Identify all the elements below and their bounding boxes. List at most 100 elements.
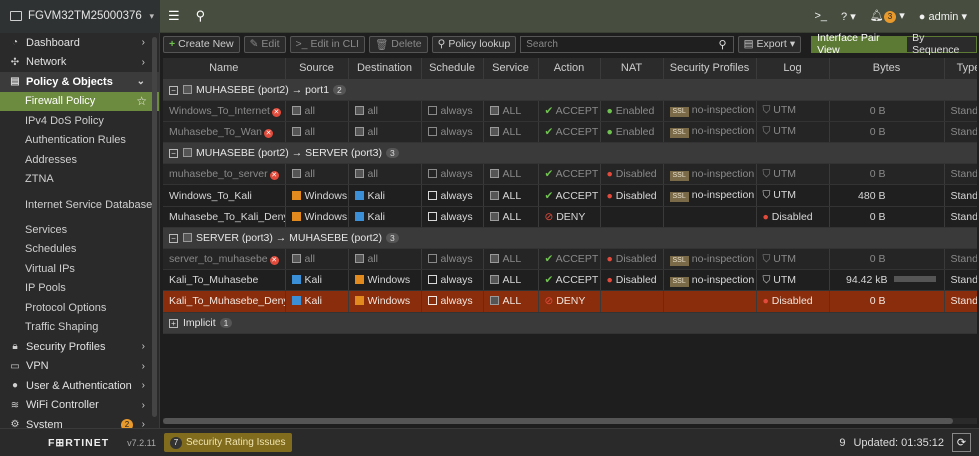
log-cell[interactable]: ⛉ UTM bbox=[756, 184, 830, 207]
destination-cell[interactable]: Windows bbox=[348, 269, 422, 292]
action-cell[interactable]: ⊘ DENY bbox=[538, 290, 601, 313]
source-cell[interactable]: all bbox=[285, 163, 349, 186]
column-header-service[interactable]: Service bbox=[483, 58, 539, 80]
nat-cell[interactable]: ● Disabled bbox=[600, 163, 664, 186]
sidebar-item-ztna[interactable]: ZTNA bbox=[0, 170, 159, 190]
sidebar-item-services[interactable]: Services bbox=[0, 220, 159, 240]
collapse-icon[interactable]: − bbox=[169, 233, 178, 243]
table-row[interactable]: Windows_To_Internet ✕ all all always ALL ✔ ACC… bbox=[163, 100, 977, 122]
action-cell[interactable]: ✔ ACCEPT bbox=[538, 163, 601, 186]
action-cell[interactable]: ⊘ DENY bbox=[538, 206, 601, 228]
create-new-button[interactable]: + Create New bbox=[163, 35, 240, 53]
nat-cell[interactable]: ● Disabled bbox=[600, 248, 664, 271]
sidebar-item-security-profiles[interactable]: 🔒︎ Security Profiles › bbox=[0, 337, 159, 357]
sidebar-item-internet-service-database[interactable]: Internet Service Database bbox=[0, 189, 159, 220]
destination-cell[interactable]: Windows bbox=[348, 290, 422, 313]
security-profile-cell[interactable] bbox=[663, 290, 757, 313]
destination-cell[interactable]: Kali bbox=[348, 184, 422, 207]
type-cell[interactable]: Standard bbox=[944, 206, 977, 228]
table-row[interactable]: Muhasebe_To_Kali_Deny Windows Kali always AL… bbox=[163, 206, 977, 228]
policy-name-cell[interactable]: Windows_To_Internet ✕ bbox=[163, 100, 286, 122]
log-cell[interactable]: ● Disabled bbox=[756, 206, 830, 228]
star-icon[interactable]: ☆ bbox=[136, 94, 147, 108]
column-header-source[interactable]: Source bbox=[285, 58, 349, 80]
collapse-icon[interactable]: − bbox=[169, 149, 178, 159]
log-cell[interactable]: ● Disabled bbox=[756, 290, 830, 313]
nat-cell[interactable] bbox=[600, 290, 664, 313]
group-header-cell[interactable]: + Implicit 1 bbox=[163, 312, 977, 334]
collapse-icon[interactable]: − bbox=[169, 85, 178, 95]
group-header-cell[interactable]: − MUHASEBE (port2) → SERVER (port3) 3 bbox=[163, 142, 977, 165]
interface-pair-view-button[interactable]: Interface Pair View bbox=[811, 32, 907, 56]
user-menu[interactable]: ● admin ▾ bbox=[919, 10, 967, 23]
sidebar-scrollbar[interactable] bbox=[152, 37, 157, 417]
edit-in-cli-button[interactable]: >_ Edit in CLI bbox=[289, 35, 365, 53]
group-header-cell[interactable]: − SERVER (port3) → MUHASEBE (port2) 3 bbox=[163, 227, 977, 250]
service-cell[interactable]: ALL bbox=[483, 206, 539, 228]
service-cell[interactable]: ALL bbox=[483, 248, 539, 271]
sidebar-item-network[interactable]: ✣ Network › bbox=[0, 53, 159, 73]
column-header-log[interactable]: Log bbox=[756, 58, 830, 80]
group-header-cell[interactable]: − MUHASEBE (port2) → port1 2 bbox=[163, 79, 977, 101]
destination-cell[interactable]: Kali bbox=[348, 206, 422, 228]
policy-lookup-button[interactable]: ⚲ Policy lookup bbox=[431, 35, 517, 53]
source-cell[interactable]: Windows bbox=[285, 206, 349, 228]
source-cell[interactable]: Kali bbox=[285, 269, 349, 292]
interface-pair-group[interactable]: − MUHASEBE (port2) → port1 2 bbox=[163, 79, 977, 101]
nat-cell[interactable]: ● Disabled bbox=[600, 184, 664, 207]
sidebar-item-traffic-shaping[interactable]: Traffic Shaping bbox=[0, 318, 159, 338]
source-cell[interactable]: Kali bbox=[285, 290, 349, 313]
column-header-action[interactable]: Action bbox=[538, 58, 601, 80]
log-cell[interactable]: ⛉ UTM bbox=[756, 163, 830, 186]
security-profile-cell[interactable] bbox=[663, 206, 757, 228]
interface-pair-group[interactable]: − SERVER (port3) → MUHASEBE (port2) 3 bbox=[163, 227, 977, 250]
refresh-icon[interactable]: ⟳ bbox=[952, 433, 971, 452]
device-selector[interactable]: FGVM32TM25000376 ▾ bbox=[0, 0, 160, 33]
bytes-cell[interactable]: 0 B bbox=[829, 248, 945, 271]
action-cell[interactable]: ✔ ACCEPT bbox=[538, 248, 601, 271]
action-cell[interactable]: ✔ ACCEPT bbox=[538, 269, 601, 292]
log-cell[interactable]: ⛉ UTM bbox=[756, 269, 830, 292]
sidebar-item-wifi-controller[interactable]: ≋ WiFi Controller › bbox=[0, 396, 159, 416]
schedule-cell[interactable]: always bbox=[421, 206, 484, 228]
service-cell[interactable]: ALL bbox=[483, 269, 539, 292]
sidebar-item-policy-objects[interactable]: ▤ Policy & Objects ⌄ bbox=[0, 72, 159, 92]
sidebar-item-user-authentication[interactable]: ● User & Authentication › bbox=[0, 376, 159, 396]
service-cell[interactable]: ALL bbox=[483, 121, 539, 144]
security-profile-cell[interactable]: SSL no-inspection bbox=[663, 269, 757, 292]
sidebar-item-firewall-policy[interactable]: Firewall Policy ☆ bbox=[0, 91, 159, 111]
table-row[interactable]: Kali_To_Muhasebe_Deny Kali Windows always AL… bbox=[163, 290, 977, 313]
source-cell[interactable]: all bbox=[285, 121, 349, 144]
policy-name-cell[interactable]: Kali_To_Muhasebe bbox=[163, 269, 286, 292]
sidebar-item-ip-pools[interactable]: IP Pools bbox=[0, 279, 159, 299]
service-cell[interactable]: ALL bbox=[483, 163, 539, 186]
type-cell[interactable]: Standard bbox=[944, 121, 977, 144]
horizontal-scrollbar[interactable] bbox=[163, 418, 977, 424]
expand-icon[interactable]: + bbox=[169, 318, 178, 328]
schedule-cell[interactable]: always bbox=[421, 184, 484, 207]
sidebar-item-virtual-ips[interactable]: Virtual IPs bbox=[0, 259, 159, 279]
security-profile-cell[interactable]: SSL no-inspection bbox=[663, 184, 757, 207]
sidebar-item-addresses[interactable]: Addresses bbox=[0, 150, 159, 170]
schedule-cell[interactable]: always bbox=[421, 248, 484, 271]
destination-cell[interactable]: all bbox=[348, 163, 422, 186]
table-row[interactable]: server_to_muhasebe ✕ all all always ALL ✔ ACCE… bbox=[163, 248, 977, 271]
interface-pair-group[interactable]: − MUHASEBE (port2) → SERVER (port3) 3 bbox=[163, 142, 977, 165]
type-cell[interactable]: Standard bbox=[944, 163, 977, 186]
search-input[interactable]: Search ⚲ bbox=[520, 35, 734, 53]
column-header-bytes[interactable]: Bytes bbox=[829, 58, 945, 80]
bytes-cell[interactable]: 94.42 kB bbox=[829, 269, 945, 292]
security-rating-issues-button[interactable]: 7 Security Rating Issues bbox=[164, 433, 292, 452]
bytes-cell[interactable]: 0 B bbox=[829, 290, 945, 313]
column-header-type[interactable]: Type bbox=[944, 58, 977, 80]
sidebar-item-schedules[interactable]: Schedules bbox=[0, 240, 159, 260]
column-header-nat[interactable]: NAT bbox=[600, 58, 664, 80]
action-cell[interactable]: ✔ ACCEPT bbox=[538, 184, 601, 207]
destination-cell[interactable]: all bbox=[348, 248, 422, 271]
destination-cell[interactable]: all bbox=[348, 121, 422, 144]
type-cell[interactable]: Standard bbox=[944, 184, 977, 207]
bytes-cell[interactable]: 0 B bbox=[829, 121, 945, 144]
by-sequence-button[interactable]: By Sequence bbox=[906, 32, 977, 56]
policy-name-cell[interactable]: Kali_To_Muhasebe_Deny bbox=[163, 290, 286, 313]
security-profile-cell[interactable]: SSL no-inspection bbox=[663, 121, 757, 144]
